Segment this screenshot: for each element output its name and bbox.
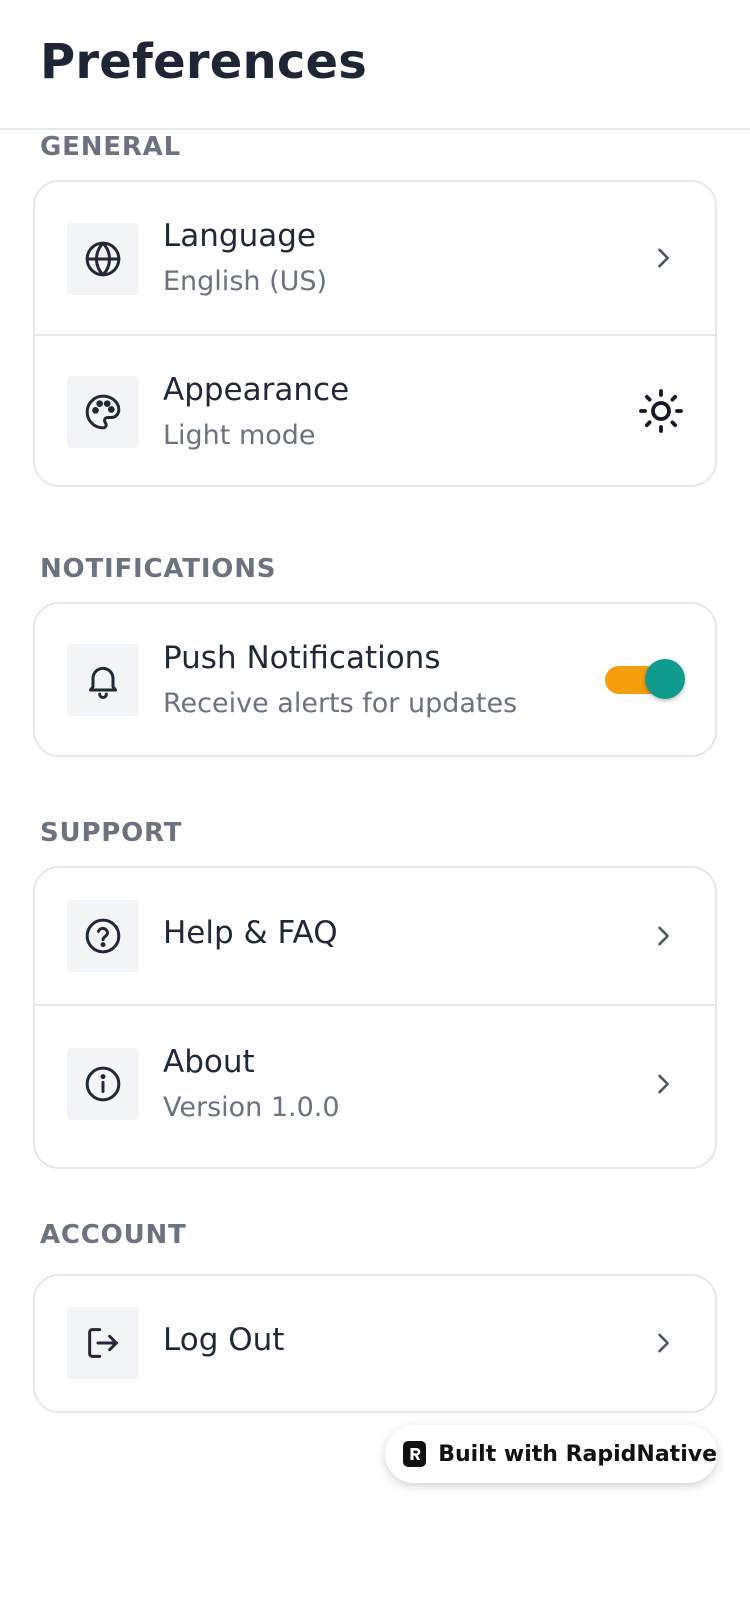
logout-row[interactable]: Log Out [35, 1276, 715, 1411]
notifications-card: Push Notifications Receive alerts for up… [33, 602, 717, 757]
header: Preferences [0, 0, 750, 130]
push-notifications-title: Push Notifications [163, 640, 441, 676]
section-label-support: SUPPORT [40, 818, 183, 848]
appearance-row[interactable]: Appearance Light mode [35, 334, 715, 485]
chevron-right-icon [658, 926, 669, 946]
help-circle-icon [67, 900, 139, 972]
chevron-right-icon [658, 1333, 669, 1353]
logout-title: Log Out [163, 1322, 285, 1358]
section-label-notifications: NOTIFICATIONS [40, 554, 277, 584]
account-card: Log Out [33, 1274, 717, 1413]
section-label-general: GENERAL [40, 132, 181, 162]
help-faq-title: Help & FAQ [163, 915, 338, 951]
push-notifications-toggle[interactable] [605, 657, 685, 701]
palette-icon [67, 376, 139, 448]
general-card: Language English (US) Appearance Light m… [33, 180, 717, 487]
help-faq-row[interactable]: Help & FAQ [35, 868, 715, 1004]
chevron-right-icon [658, 248, 669, 268]
push-notifications-subtitle: Receive alerts for updates [163, 688, 518, 719]
about-version: Version 1.0.0 [163, 1092, 340, 1123]
push-notifications-row: Push Notifications Receive alerts for up… [35, 604, 715, 755]
globe-icon [67, 223, 139, 295]
toggle-knob [645, 659, 685, 699]
about-title: About [163, 1044, 255, 1080]
info-icon [67, 1048, 139, 1120]
built-with-badge[interactable]: Built with RapidNative [385, 1425, 717, 1483]
language-value: English (US) [163, 266, 328, 297]
logout-icon [67, 1307, 139, 1379]
language-title: Language [163, 218, 316, 254]
sun-icon[interactable] [637, 387, 685, 435]
rapidnative-logo-icon [403, 1441, 427, 1467]
page-title: Preferences [40, 34, 368, 90]
bell-icon [67, 644, 139, 716]
section-label-account: ACCOUNT [40, 1220, 187, 1250]
appearance-title: Appearance [163, 372, 350, 408]
appearance-value: Light mode [163, 420, 316, 451]
language-row[interactable]: Language English (US) [35, 182, 715, 334]
badge-text: Built with RapidNative [438, 1441, 717, 1467]
about-row[interactable]: About Version 1.0.0 [35, 1004, 715, 1167]
chevron-right-icon [658, 1074, 669, 1094]
support-card: Help & FAQ About Version 1.0.0 [33, 866, 717, 1169]
